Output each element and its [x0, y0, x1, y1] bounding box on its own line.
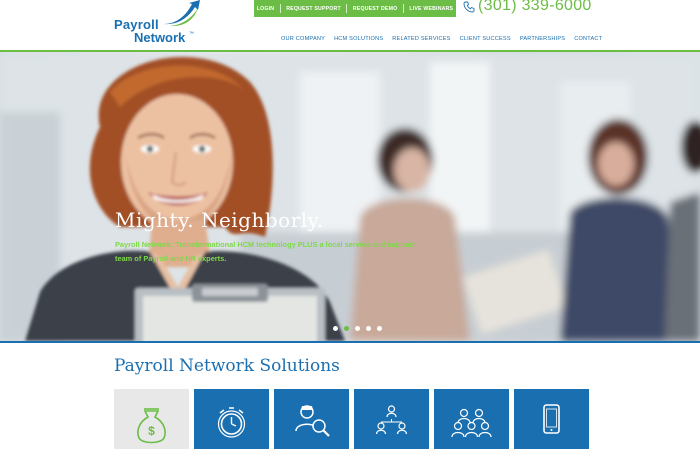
- hero-headline: Mighty. Neighborly.: [115, 208, 324, 232]
- solutions-title: Payroll Network Solutions: [114, 356, 340, 376]
- mobile-phone-icon: [543, 404, 560, 434]
- nav-contact[interactable]: CONTACT: [574, 36, 602, 42]
- login-link[interactable]: LOGIN: [257, 6, 274, 12]
- recruiter-search-icon: [295, 405, 330, 437]
- slide-dot-3[interactable]: [355, 326, 360, 331]
- divider: [346, 4, 348, 13]
- solution-tile-recruiting[interactable]: [274, 389, 349, 449]
- solution-tile-payroll[interactable]: $: [114, 389, 189, 449]
- slide-dot-5[interactable]: [377, 326, 382, 331]
- live-webinars-link[interactable]: LIVE WEBINARS: [409, 6, 453, 12]
- svg-text:$: $: [148, 424, 155, 438]
- slide-dot-1[interactable]: [333, 326, 338, 331]
- hero-slider[interactable]: Mighty. Neighborly. Payroll Network: Tra…: [0, 52, 700, 341]
- site-header: Payroll Network ™ LOGIN REQUEST SUPPORT …: [0, 0, 700, 50]
- solution-tile-benefits[interactable]: [434, 389, 509, 449]
- logo-trademark: ™: [189, 31, 194, 37]
- stopwatch-icon: [217, 407, 246, 438]
- nav-partnerships[interactable]: PARTNERSHIPS: [520, 36, 565, 42]
- request-support-link[interactable]: REQUEST SUPPORT: [286, 6, 341, 12]
- nav-related-services[interactable]: RELATED SERVICES: [392, 36, 450, 42]
- slider-pagination: [333, 326, 382, 331]
- hero-office-photo: [0, 52, 700, 341]
- phone-icon: [463, 1, 475, 13]
- logo-word-network: Network: [134, 30, 186, 45]
- money-bag-icon: $: [137, 408, 166, 444]
- swoosh-icon: [164, 0, 200, 27]
- divider: [402, 4, 404, 13]
- request-demo-link[interactable]: REQUEST DEMO: [353, 6, 397, 12]
- phone-number[interactable]: (301) 339-6000: [478, 0, 592, 15]
- nav-our-company[interactable]: OUR COMPANY: [281, 36, 325, 42]
- payroll-network-logo[interactable]: Payroll Network ™: [112, 0, 202, 46]
- solution-tile-mobile[interactable]: [514, 389, 589, 449]
- utility-bar: LOGIN REQUEST SUPPORT REQUEST DEMO LIVE …: [254, 0, 456, 17]
- people-group-icon: [451, 408, 492, 438]
- slide-dot-2[interactable]: [344, 326, 349, 331]
- divider: [279, 4, 281, 13]
- hero-divider: [0, 341, 700, 343]
- solutions-tiles: $: [114, 389, 589, 449]
- nav-hcm-solutions[interactable]: HCM SOLUTIONS: [334, 36, 383, 42]
- team-network-icon: [375, 405, 408, 435]
- slide-dot-4[interactable]: [366, 326, 371, 331]
- nav-client-success[interactable]: CLIENT SUCCESS: [460, 36, 511, 42]
- solution-tile-time[interactable]: [194, 389, 269, 449]
- solution-tile-hr[interactable]: [354, 389, 429, 449]
- hero-subtext: Payroll Network: Transformational HCM te…: [115, 240, 415, 263]
- main-nav: OUR COMPANY HCM SOLUTIONS RELATED SERVIC…: [281, 36, 602, 42]
